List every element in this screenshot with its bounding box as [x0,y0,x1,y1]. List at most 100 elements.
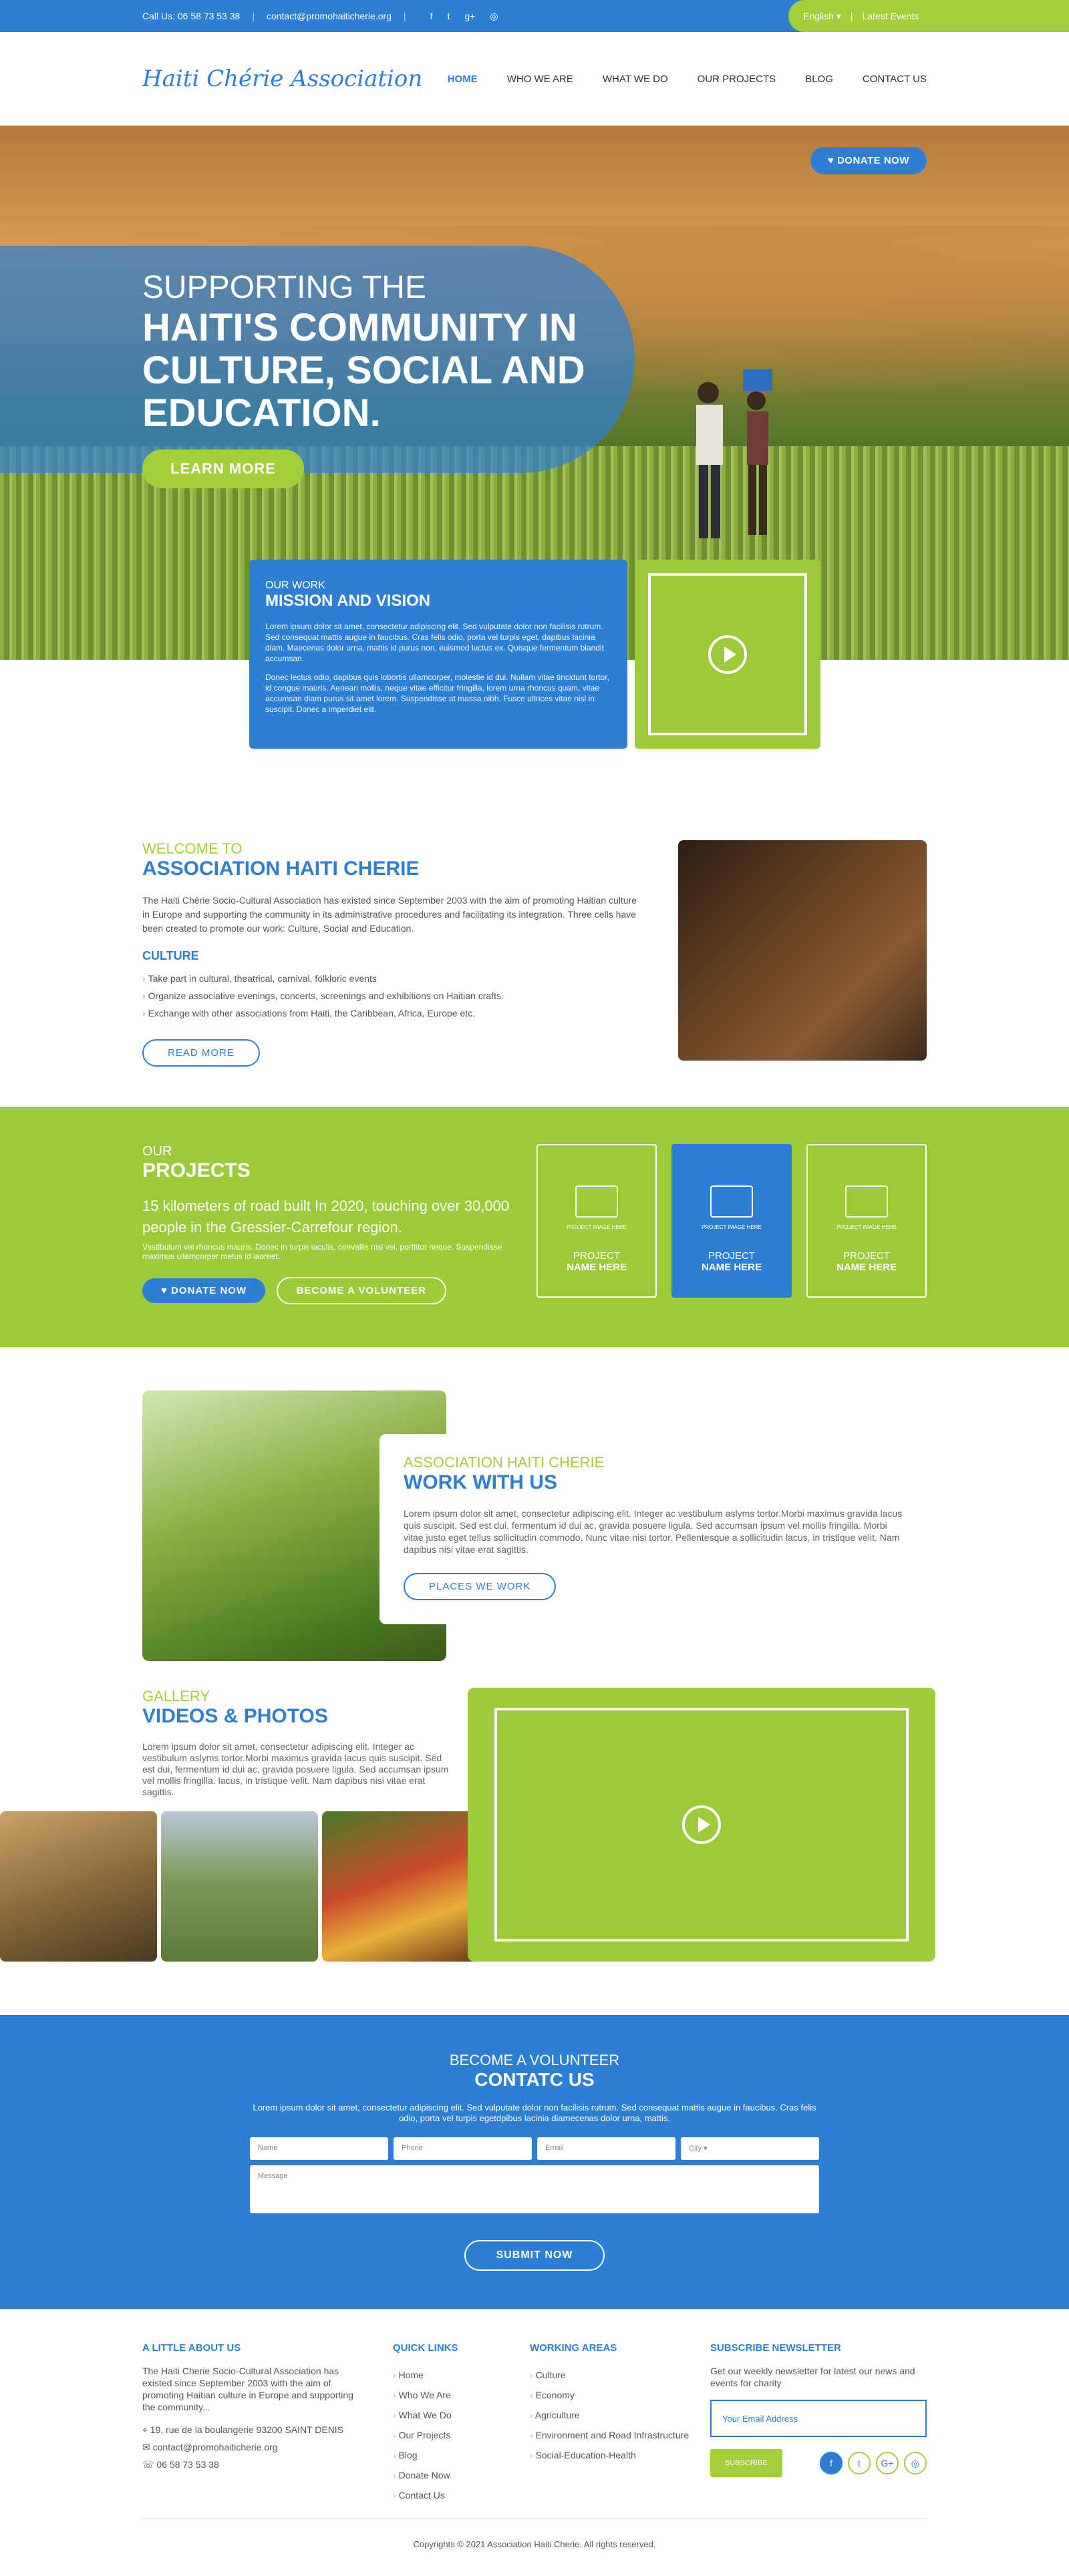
twitter-icon[interactable]: t [447,11,450,22]
phone-text: Call Us: 06 58 73 53 38 [142,11,241,21]
projects-title: PROJECTS [142,1159,251,1181]
donate-now-button[interactable]: ♥ DONATE NOW [142,1278,266,1303]
name-field[interactable]: Name [250,2137,388,2160]
gallery-thumb[interactable] [161,1811,318,1962]
project-card-name: NAME HERE [566,1262,627,1273]
hero-headline: HAITI'S COMMUNITY IN CULTURE, SOCIAL AND… [142,306,585,435]
planting-hands-image [678,840,927,1061]
facebook-icon[interactable]: f [430,11,433,22]
facebook-icon[interactable]: f [820,2452,843,2474]
gallery-text: Lorem ipsum dolor sit amet, consectetur … [142,1741,449,1797]
language-select[interactable]: English ▾ [803,11,841,22]
culture-list: Take part in cultural, theatrical, carni… [142,970,645,1022]
mission-text: Lorem ipsum dolor sit amet, consectetur … [265,622,604,663]
donate-now-button[interactable]: ♥ DONATE NOW [810,147,927,174]
gallery-thumb[interactable] [0,1811,157,1962]
read-more-button[interactable]: READ MORE [142,1039,260,1067]
nav-what-we-do[interactable]: WHAT WE DO [603,73,668,85]
footer: A LITTLE ABOUT US The Haiti Cherie Socio… [0,2309,1069,2576]
project-card-name: NAME HERE [701,1262,762,1273]
main-nav: HOME WHO WE ARE WHAT WE DO OUR PROJECTS … [448,73,927,85]
project-card-note: PROJECT IMAGE HERE [836,1224,897,1230]
footer-heading: A LITTLE ABOUT US [142,2342,241,2354]
footer-link[interactable]: Blog [393,2445,530,2465]
welcome-section: WELCOME TO ASSOCIATION HAITI CHERIE The … [0,840,1069,1107]
nav-our-projects[interactable]: OUR PROJECTS [698,73,776,85]
footer-link[interactable]: Donate Now [393,2465,530,2485]
gallery-thumb[interactable] [322,1811,479,1962]
footer-link[interactable]: Culture [530,2365,710,2385]
location-icon: ⌖ [142,2424,150,2435]
mission-text: Donec lectus odio, dapibus quis lobortis… [265,673,609,714]
phone-field[interactable]: Phone [394,2137,532,2160]
submit-button[interactable]: SUBMIT NOW [464,2240,605,2271]
contact-title: CONTATC US [474,2069,595,2090]
twitter-icon[interactable]: t [848,2452,871,2474]
footer-heading: WORKING AREAS [530,2342,617,2354]
mission-small-title: OUR WORK [265,580,325,591]
footer-link[interactable]: Who We Are [393,2385,530,2405]
footer-link[interactable]: Home [393,2365,530,2385]
footer-newsletter: SUBSCRIBE NEWSLETTER Get our weekly news… [710,2342,927,2505]
footer-address: ⌖ 19, rue de la boulangerie 93200 SAINT … [142,2424,366,2436]
play-icon[interactable] [708,634,747,674]
welcome-small-title: WELCOME TO [142,840,243,857]
divider: | [850,11,853,21]
google-plus-icon[interactable]: G+ [876,2452,899,2474]
mail-icon: ✉ [142,2442,153,2452]
footer-link[interactable]: Agriculture [530,2405,710,2425]
email-link[interactable]: contact@promohaiticherie.org [267,11,392,21]
city-select[interactable]: City ▾ [681,2137,819,2160]
become-volunteer-button[interactable]: BECOME A VOLUNTEER [276,1277,446,1304]
google-plus-icon[interactable]: g+ [464,11,475,22]
footer-social: f t G+ ◎ [820,2452,927,2474]
email-field[interactable]: Email [537,2137,675,2160]
nav-who-we-are[interactable]: WHO WE ARE [507,73,573,85]
hero-text: SUPPORTING THE HAITI'S COMMUNITY IN CULT… [142,269,610,488]
footer-link[interactable]: Contact Us [393,2485,530,2505]
instagram-icon[interactable]: ◎ [490,11,498,22]
footer-link[interactable]: Social-Education-Health [530,2445,710,2465]
email-link[interactable]: contact@promohaiticherie.org [153,2442,278,2452]
nav-contact-us[interactable]: CONTACT US [863,73,927,85]
phone-text: 06 58 73 53 38 [156,2459,219,2470]
subscribe-button[interactable]: SUBSCRIBE [710,2449,782,2477]
message-field[interactable]: Message [250,2165,819,2213]
latest-events-link[interactable]: Latest Events [862,11,919,21]
contact-form: Name Phone Email City ▾ Message [250,2137,819,2213]
project-card[interactable]: PROJECT IMAGE HERE PROJECT NAME HERE [537,1144,657,1298]
mission-video[interactable] [635,560,820,749]
divider: | [252,11,255,21]
social-links: f t g+ ◎ [430,11,498,22]
footer-about-text: The Haiti Cherie Socio-Cultural Associat… [142,2366,353,2412]
nav-home[interactable]: HOME [448,73,478,85]
projects-description: Vestibulum vel rhoncus mauris. Donec in … [142,1242,502,1261]
places-we-work-button[interactable]: PLACES WE WORK [404,1573,557,1600]
project-card[interactable]: PROJECT IMAGE HERE PROJECT NAME HERE [806,1144,927,1298]
logo[interactable]: Haiti Chérie Association [142,65,422,92]
gallery-video[interactable] [468,1688,935,1962]
project-card[interactable]: PROJECT IMAGE HERE PROJECT NAME HERE [671,1144,792,1298]
footer-link[interactable]: Our Projects [393,2425,530,2445]
footer-link[interactable]: What We Do [393,2405,530,2425]
nav-blog[interactable]: BLOG [805,73,833,85]
top-right-area: English ▾ | Latest Events [788,0,1069,32]
project-card-note: PROJECT IMAGE HERE [702,1224,762,1230]
play-icon[interactable] [682,1805,721,1844]
footer-link[interactable]: Economy [530,2385,710,2405]
projects-headline: 15 kilometers of road built In 2020, tou… [142,1198,510,1236]
list-item: Exchange with other associations from Ha… [142,1004,645,1022]
instagram-icon[interactable]: ◎ [904,2452,927,2474]
work-with-us-section: ASSOCIATION HAITI CHERIE WORK WITH US Lo… [0,1347,1069,1688]
footer-link[interactable]: Environment and Road Infrastructure [530,2425,710,2445]
learn-more-button[interactable]: LEARN MORE [142,449,304,488]
newsletter-email-input[interactable]: Your Email Address [710,2400,927,2437]
mission-card: OUR WORK MISSION AND VISION Lorem ipsum … [249,560,627,749]
project-card-label: PROJECT [573,1250,620,1262]
project-card-label: PROJECT [843,1250,890,1262]
welcome-title: ASSOCIATION HAITI CHERIE [142,858,420,880]
projects-section: OUR PROJECTS 15 kilometers of road built… [0,1107,1069,1523]
footer-working-areas: WORKING AREAS Culture Economy Agricultur… [530,2342,710,2505]
gallery-small-title: GALLERY [142,1688,210,1704]
wwu-small-title: ASSOCIATION HAITI CHERIE [404,1454,605,1471]
